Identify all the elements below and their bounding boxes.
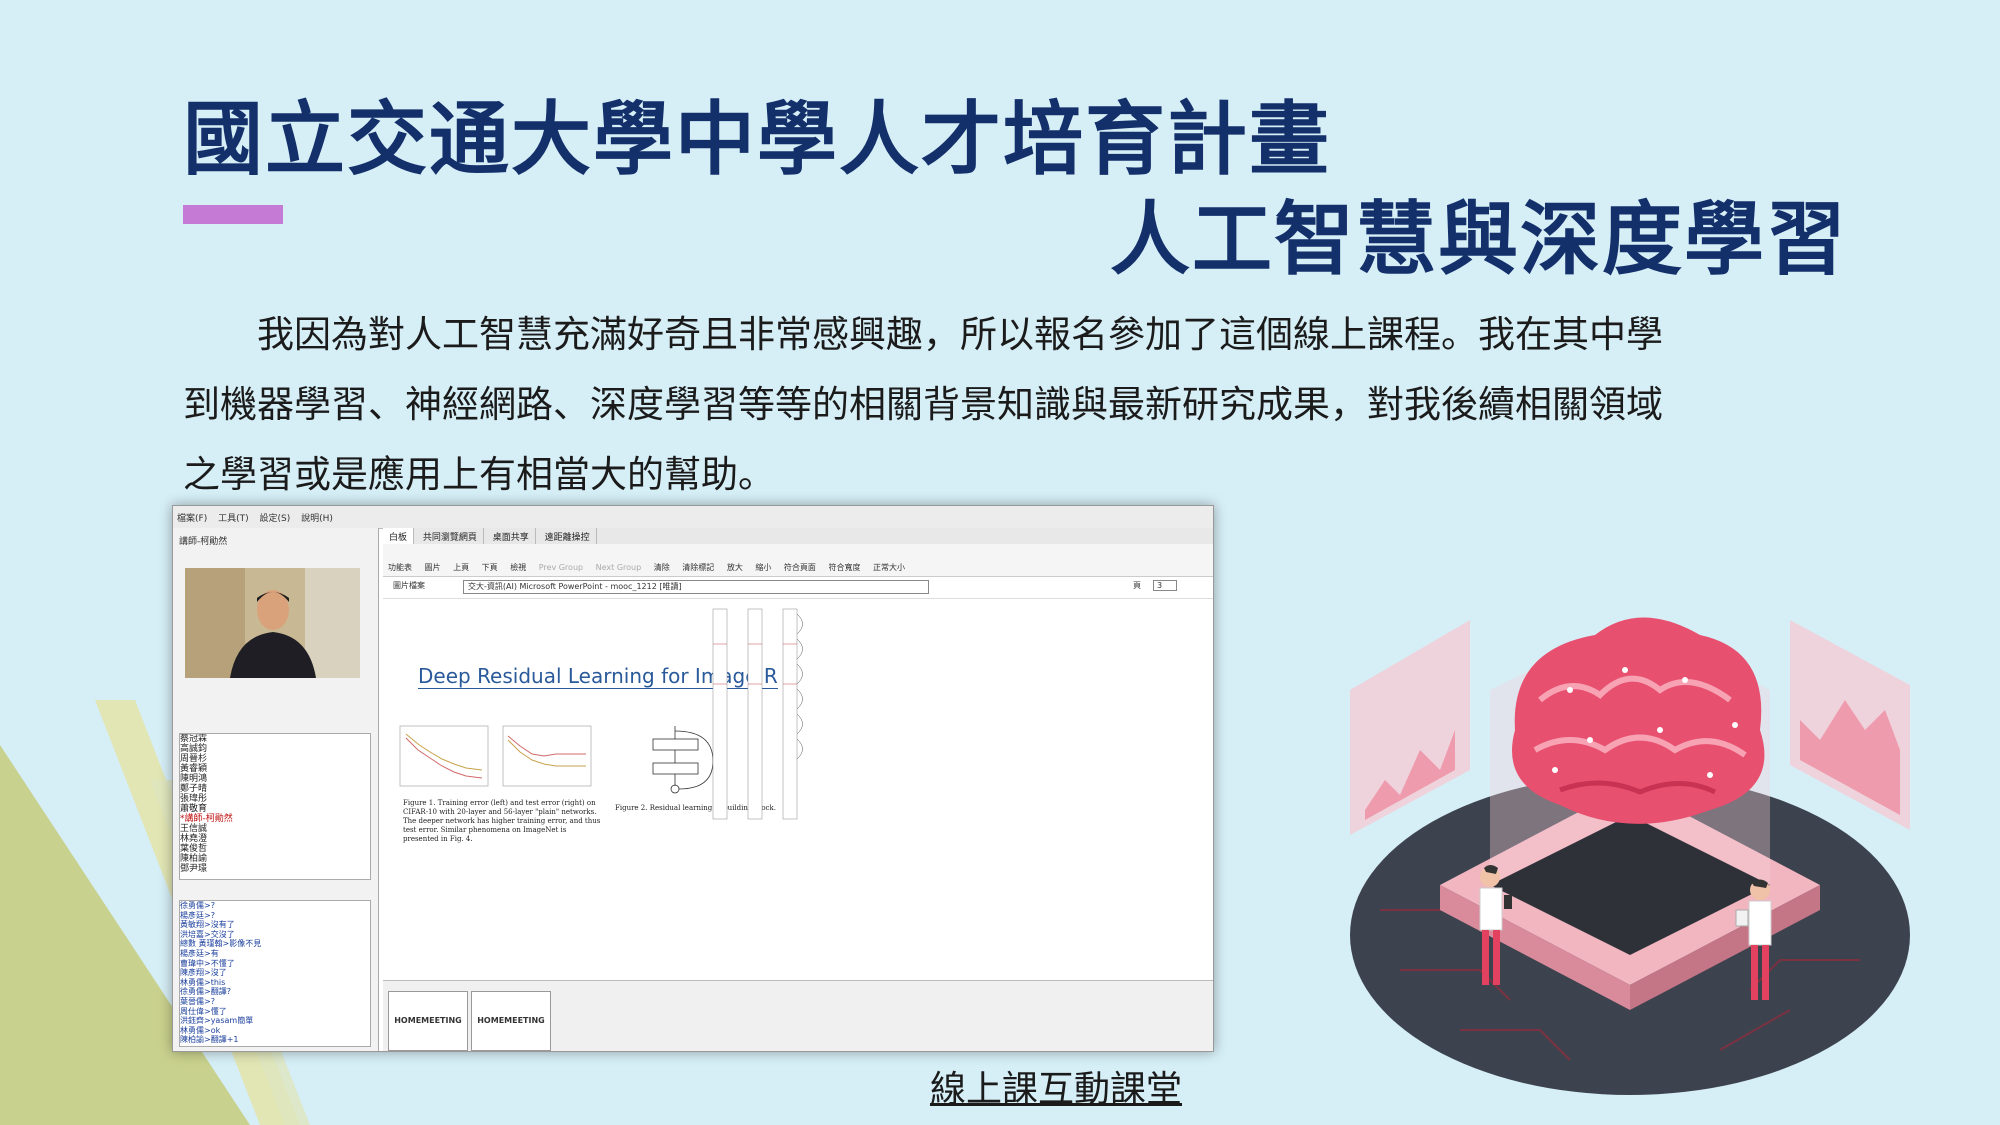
toolbar-item: Next Group <box>595 563 642 572</box>
paragraph-line: 我因為對人工智慧充滿好奇且非常感興趣，所以報名參加了這個線上課程。我在其中學 <box>183 313 1663 356</box>
toolbar-item: 功能表 <box>388 563 412 572</box>
network-architecture-diagram <box>712 608 803 820</box>
tab-remote-control: 遠距離操控 <box>539 528 597 545</box>
toolbar-item: 下頁 <box>481 563 498 572</box>
chat-log: 徐勇儒>? 楊彥廷>? 黃敏翔>沒有了 洪培嘉>交沒了 總數 黃瑾翰>影像不見 … <box>179 900 371 1047</box>
chat-line: 黃敏翔>沒有了 <box>180 920 235 930</box>
whiteboard-area: 白板 共同瀏覽網頁 桌面共享 遠距離操控 功能表 圖片 上頁 下頁 檢視 Pre… <box>383 528 1213 1051</box>
list-item: 陳柏諭 <box>180 854 208 864</box>
file-select: 交大-資訊(AI) Microsoft PowerPoint - mooc_12… <box>463 580 929 594</box>
list-item: 蕭敬育 <box>180 804 208 814</box>
toolbar-item: 清除標記 <box>682 563 715 572</box>
teacher-video-image <box>185 568 360 678</box>
ai-brain-illustration <box>1350 617 1910 1095</box>
file-label: 圖片檔案 <box>393 581 425 590</box>
menu-file: 檔案(F) <box>177 514 208 524</box>
list-item: 張瑋彤 <box>180 794 208 804</box>
toolbar-item: 縮小 <box>755 563 772 572</box>
toolbar-item: 正常大小 <box>873 563 906 572</box>
chat-line: 洪鈺齊>yasam簡單 <box>180 1016 254 1026</box>
file-bar: 圖片檔案 交大-資訊(AI) Microsoft PowerPoint - mo… <box>393 580 1203 594</box>
tab-bar: 白板 共同瀏覽網頁 桌面共享 遠距離操控 <box>383 528 1213 545</box>
chat-line: 徐勇儒>? <box>180 901 215 910</box>
thumbnail: HOMEMEETING <box>388 991 468 1051</box>
tab-whiteboard: 白板 <box>383 528 415 545</box>
list-item: 高誠鈞 <box>180 744 208 754</box>
chat-line: 總數 黃瑾翰>影像不見 <box>180 939 262 949</box>
list-item: 王信誠 <box>180 824 208 834</box>
chat-line: 葉晉儒>? <box>180 996 215 1006</box>
toolbar-item: 圖片 <box>424 563 441 572</box>
toolbar-item: 放大 <box>726 563 743 572</box>
toolbar-item: 檢視 <box>510 563 527 572</box>
chat-line: 徐勇儒>翻譯? <box>180 987 231 997</box>
paragraph-line: 之學習或是應用上有相當大的幫助。 <box>183 453 775 496</box>
chat-line: 陳柏諭>翻譯+1 <box>180 1035 239 1045</box>
participant-roster: 蔡冠霖 高誠鈞 周晉杉 黃睿穎 陳明鴻 鄭子晴 張瑋彤 蕭敬育 *講師-柯勛然 … <box>179 733 371 880</box>
chat-line: 林勇儒>this <box>180 977 226 987</box>
chat-line: 曹瑋中>不懂了 <box>180 958 235 968</box>
list-item: 鄧尹璟 <box>180 864 208 874</box>
chat-line: 楊彥廷>有 <box>180 948 219 958</box>
training-error-plots <box>399 725 592 787</box>
whiteboard-toolbar: 功能表 圖片 上頁 下頁 檢視 Prev Group Next Group 清除… <box>383 544 1213 577</box>
chat-line: 周仕偉>懂了 <box>180 1006 227 1016</box>
participant-panel: 講師-柯勛然 蔡冠霖 高誠鈞 周晉杉 黃睿穎 陳明鴻 鄭子晴 張瑋彤 蕭敬育 *… <box>173 528 379 1051</box>
chat-line: 陳彥翔>沒了 <box>180 968 227 978</box>
tab-co-browse: 共同瀏覽網頁 <box>417 528 484 545</box>
toolbar-item: 符合寬度 <box>828 563 861 572</box>
toolbar-item: Prev Group <box>538 563 584 572</box>
list-item: 蔡冠霖 <box>180 734 208 744</box>
page-label: 頁 <box>1133 581 1141 590</box>
list-item: 周晉杉 <box>180 754 208 764</box>
menu-tools: 工具(T) <box>218 514 249 524</box>
tab-desktop-share: 桌面共享 <box>487 528 536 545</box>
description-paragraph: 我因為對人工智慧充滿好奇且非常感興趣，所以報名參加了這個線上課程。我在其中學 到… <box>183 300 1743 510</box>
chat-line: 林勇儒>ok <box>180 1025 221 1035</box>
list-item: 葉俊哲 <box>180 844 208 854</box>
teacher-video <box>185 568 360 678</box>
chat-line: 楊彥廷>? <box>180 910 215 920</box>
menu-settings: 設定(S) <box>259 514 291 524</box>
toolbar-item: 符合頁面 <box>783 563 816 572</box>
page-title: 國立交通大學中學人才培育計畫 <box>183 93 1331 186</box>
toolbar-item: 上頁 <box>453 563 470 572</box>
menu-help: 說明(H) <box>301 514 333 524</box>
online-class-screenshot: 檔案(F) 工具(T) 設定(S) 說明(H) 講師-柯勛然 蔡冠霖 高誠鈞 周… <box>172 505 1214 1052</box>
slide-thumbnails: HOMEMEETING HOMEMEETING <box>383 980 1213 1051</box>
list-item: 鄭子晴 <box>180 784 208 794</box>
list-item: 黃睿穎 <box>180 764 208 774</box>
page-value: 3 <box>1153 580 1178 591</box>
accent-bar <box>183 205 283 224</box>
page-subtitle: 人工智慧與深度學習 <box>1110 193 1848 286</box>
paragraph-line: 到機器學習、神經網路、深度學習等等的相關背景知識與最新研究成果，對我後續相關領域 <box>183 383 1663 426</box>
menu-bar: 檔案(F) 工具(T) 設定(S) 說明(H) <box>173 506 1213 529</box>
teacher-label: 講師-柯勛然 <box>179 537 228 547</box>
chat-line: 洪培嘉>交沒了 <box>180 929 235 939</box>
screenshot-caption: 線上課互動課堂 <box>930 1069 1183 1110</box>
list-item: 林堯澄 <box>180 834 208 844</box>
list-item: *講師-柯勛然 <box>180 814 233 824</box>
figure-1-caption: Figure 1. Training error (left) and test… <box>403 799 601 843</box>
presentation-slide: Deep Residual Learning for Image R Figur… <box>383 598 1213 979</box>
toolbar-item: 清除 <box>653 563 670 572</box>
list-item: 陳明鴻 <box>180 774 208 784</box>
thumbnail: HOMEMEETING <box>471 991 551 1051</box>
